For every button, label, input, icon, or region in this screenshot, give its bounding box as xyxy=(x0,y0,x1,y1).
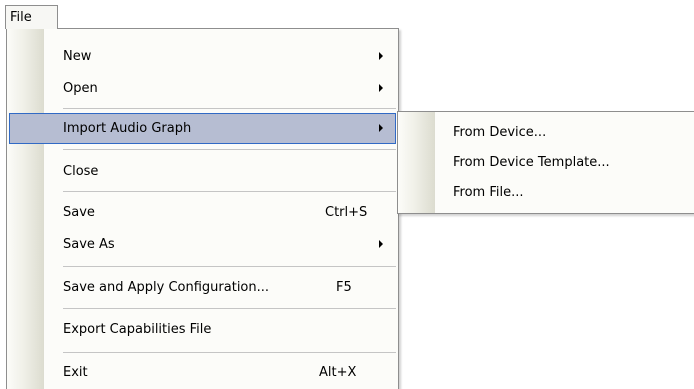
menu-item-save-apply-label: Save and Apply Configuration... xyxy=(63,280,270,295)
menu-file-label: File xyxy=(10,10,32,25)
menu-item-save-label: Save xyxy=(63,205,95,220)
menu-separator xyxy=(63,149,396,150)
file-menu: New Open Import Audio Graph Close Save C… xyxy=(6,28,399,389)
menu-item-save[interactable]: Save Ctrl+S xyxy=(9,197,396,228)
menu-item-save-as[interactable]: Save As xyxy=(9,229,396,260)
menu-item-exit-label: Exit xyxy=(63,365,88,380)
menu-item-save-shortcut: Ctrl+S xyxy=(325,205,368,220)
submenu-item-from-device[interactable]: From Device... xyxy=(398,118,694,148)
submenu-item-label: From Device Template... xyxy=(453,155,610,170)
import-audio-graph-submenu: From Device... From Device Template... F… xyxy=(397,111,694,214)
submenu-item-label: From Device... xyxy=(453,125,547,140)
menu-item-exit-shortcut: Alt+X xyxy=(319,365,357,380)
menu-file[interactable]: File xyxy=(5,5,58,29)
menu-item-exit[interactable]: Exit Alt+X xyxy=(9,357,396,388)
menu-item-save-apply-configuration[interactable]: Save and Apply Configuration... F5 xyxy=(9,272,396,303)
menu-item-save-apply-shortcut: F5 xyxy=(336,280,352,295)
menu-item-new-label: New xyxy=(63,49,92,64)
menu-item-open[interactable]: Open xyxy=(9,73,396,104)
submenu-arrow-icon xyxy=(379,84,383,92)
menu-item-export-capabilities[interactable]: Export Capabilities File xyxy=(9,314,396,345)
menu-separator xyxy=(63,266,396,267)
submenu-arrow-icon xyxy=(379,240,383,248)
submenu-item-label: From File... xyxy=(453,185,524,200)
menu-item-import-audio-graph-label: Import Audio Graph xyxy=(63,121,192,136)
menu-item-import-audio-graph[interactable]: Import Audio Graph xyxy=(9,113,396,144)
menu-item-new[interactable]: New xyxy=(9,41,396,72)
submenu-arrow-icon xyxy=(379,52,383,60)
submenu-item-from-file[interactable]: From File... xyxy=(398,178,694,208)
menu-item-close[interactable]: Close xyxy=(9,156,396,187)
menu-separator xyxy=(63,191,396,192)
menu-separator xyxy=(63,352,396,353)
menu-item-save-as-label: Save As xyxy=(63,237,115,252)
submenu-arrow-icon xyxy=(379,124,383,132)
menu-separator xyxy=(63,308,396,309)
menu-item-export-capabilities-label: Export Capabilities File xyxy=(63,322,212,337)
submenu-item-from-device-template[interactable]: From Device Template... xyxy=(398,148,694,178)
menu-item-open-label: Open xyxy=(63,81,98,96)
menu-item-close-label: Close xyxy=(63,164,99,179)
menu-separator xyxy=(63,108,396,109)
